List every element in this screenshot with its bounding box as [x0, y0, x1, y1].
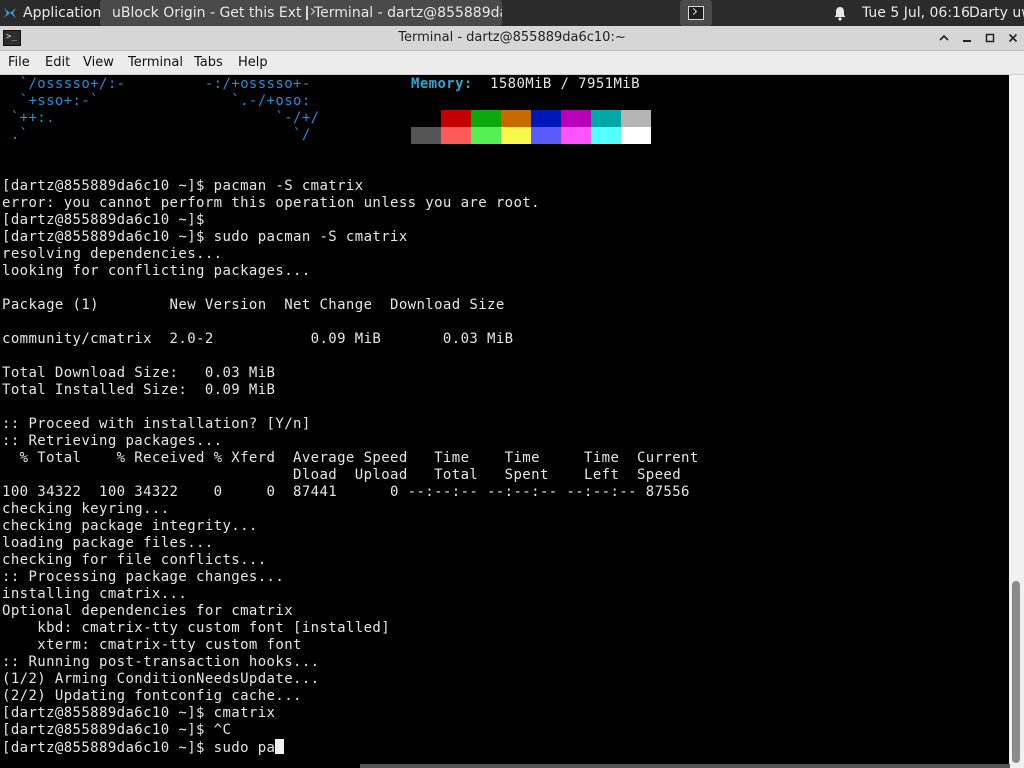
applications-label: Applications	[23, 5, 109, 21]
minimize-icon	[963, 40, 971, 42]
palette-swatch	[411, 110, 441, 127]
palette-swatch	[411, 127, 441, 144]
ascii-art-line: `/osssso+/:- -:/+osssso+-	[2, 76, 311, 92]
palette-swatch	[531, 110, 561, 127]
menu-edit[interactable]: Edit	[45, 51, 70, 74]
chevron-up-icon	[939, 34, 949, 41]
memory-label: Memory:	[411, 76, 473, 92]
menubar: File Edit View Terminal Tabs Help	[0, 51, 1024, 75]
terminal-line: :: Proceed with installation? [Y/n]	[2, 416, 311, 432]
close-button[interactable]	[1002, 26, 1024, 50]
palette-swatch	[591, 110, 621, 127]
terminal-line: checking package integrity...	[2, 518, 258, 534]
text-cursor	[275, 739, 285, 754]
terminal-line: [dartz@855889da6c10 ~]$ sudo pa	[2, 739, 285, 756]
menu-help[interactable]: Help	[238, 51, 268, 74]
palette-swatch	[471, 127, 501, 144]
terminal-line: loading package files...	[2, 535, 214, 551]
menu-file[interactable]: File	[8, 51, 30, 74]
terminal-line: [dartz@855889da6c10 ~]$ sudo pacman -S c…	[2, 229, 408, 245]
terminal-line: 100 34322 100 34322 0 0 87441 0 --:--:--…	[2, 484, 690, 500]
maximize-button[interactable]	[979, 26, 1001, 50]
terminal-line: [dartz@855889da6c10 ~]$ ^C	[2, 722, 232, 738]
terminal-line: Package (1) New Version Net Change Downl…	[2, 297, 505, 313]
palette-swatch	[621, 127, 651, 144]
minimize-button[interactable]	[933, 26, 955, 50]
terminal-output[interactable]: `/osssso+/:- -:/+osssso+- `+sso+:-` `.-/…	[0, 75, 1009, 768]
terminal-line: installing cmatrix...	[2, 586, 188, 602]
window-title: Terminal - dartz@855889da6c10:~	[398, 30, 626, 45]
palette-swatch	[561, 110, 591, 127]
palette-swatch	[471, 110, 501, 127]
task-label: Terminal - dartz@855889da...	[314, 5, 502, 21]
terminal-line: Total Installed Size: 0.09 MiB	[2, 382, 276, 398]
terminal-line: [dartz@855889da6c10 ~]$	[2, 212, 205, 228]
bell-icon	[834, 6, 846, 21]
terminal-line: error: you cannot perform this operation…	[2, 195, 540, 211]
terminal-line: :: Processing package changes...	[2, 569, 285, 585]
close-icon	[1008, 33, 1018, 43]
terminal-line: Total Download Size: 0.03 MiB	[2, 365, 276, 381]
task-label: uBlock Origin - Get this Ext...	[112, 5, 305, 21]
shade-button[interactable]	[956, 26, 978, 50]
terminal-line: xterm: cmatrix-tty custom font	[2, 637, 302, 653]
scrollbar-thumb[interactable]	[1012, 581, 1020, 763]
palette-swatch	[501, 110, 531, 127]
task-ublock-firefox[interactable]: uBlock Origin - Get this Ext...	[100, 0, 305, 26]
terminal-line: (1/2) Arming ConditionNeedsUpdate...	[2, 671, 320, 687]
terminal-line: kbd: cmatrix-tty custom font [installed]	[2, 620, 391, 636]
terminal-icon	[306, 6, 308, 20]
palette-swatch	[501, 127, 531, 144]
terminal-line: (2/2) Updating fontconfig cache...	[2, 688, 302, 704]
palette-swatch	[441, 110, 471, 127]
terminal-launcher-icon	[688, 6, 704, 20]
top-panel: Applications ⋮ uBlock Origin - Get this …	[0, 0, 1024, 26]
user-menu[interactable]: Darty uwu	[969, 0, 1024, 26]
ascii-art-line: `+sso+:-` `.-/+oso:	[2, 93, 311, 109]
ascii-art-line: .` `/	[2, 127, 311, 143]
terminal-line: Dload Upload Total Spent Left Speed	[2, 467, 682, 483]
palette-swatch	[441, 127, 471, 144]
terminal-launcher[interactable]	[680, 0, 712, 26]
window-titlebar[interactable]: >_ Terminal - dartz@855889da6c10:~	[0, 26, 1024, 51]
maximize-icon	[985, 33, 995, 43]
ascii-art-line: `++:. `-/+/	[2, 110, 320, 126]
terminal-line: :: Retrieving packages...	[2, 433, 223, 449]
terminal-line: checking keyring...	[2, 501, 170, 517]
palette-swatch	[591, 127, 621, 144]
palette-swatch	[531, 127, 561, 144]
terminal-line: looking for conflicting packages...	[2, 263, 311, 279]
terminal-line: [dartz@855889da6c10 ~]$ cmatrix	[2, 705, 276, 721]
clock[interactable]: Tue 5 Jul, 06:16	[862, 0, 970, 26]
terminal-line: community/cmatrix 2.0-2 0.09 MiB 0.03 Mi…	[2, 331, 514, 347]
menu-tabs[interactable]: Tabs	[194, 51, 223, 74]
horizontal-scroll-indicator	[360, 764, 1010, 768]
terminal-line: checking for file conflicts...	[2, 552, 267, 568]
palette-swatch	[621, 110, 651, 127]
task-terminal[interactable]: Terminal - dartz@855889da...	[302, 0, 502, 26]
terminal-line: :: Running post-transaction hooks...	[2, 654, 320, 670]
menu-terminal[interactable]: Terminal	[128, 51, 183, 74]
terminal-line: resolving dependencies...	[2, 246, 223, 262]
notifications-button[interactable]	[830, 0, 850, 26]
menu-view[interactable]: View	[83, 51, 114, 74]
applications-menu-icon	[4, 8, 16, 18]
terminal-line: % Total % Received % Xferd Average Speed…	[2, 450, 699, 466]
terminal-line: Optional dependencies for cmatrix	[2, 603, 294, 619]
memory-value: 1580MiB / 7951MiB	[490, 76, 640, 92]
terminal-line: [dartz@855889da6c10 ~]$ pacman -S cmatri…	[2, 178, 364, 194]
palette-swatch	[561, 127, 591, 144]
vertical-scrollbar[interactable]	[1009, 75, 1024, 768]
